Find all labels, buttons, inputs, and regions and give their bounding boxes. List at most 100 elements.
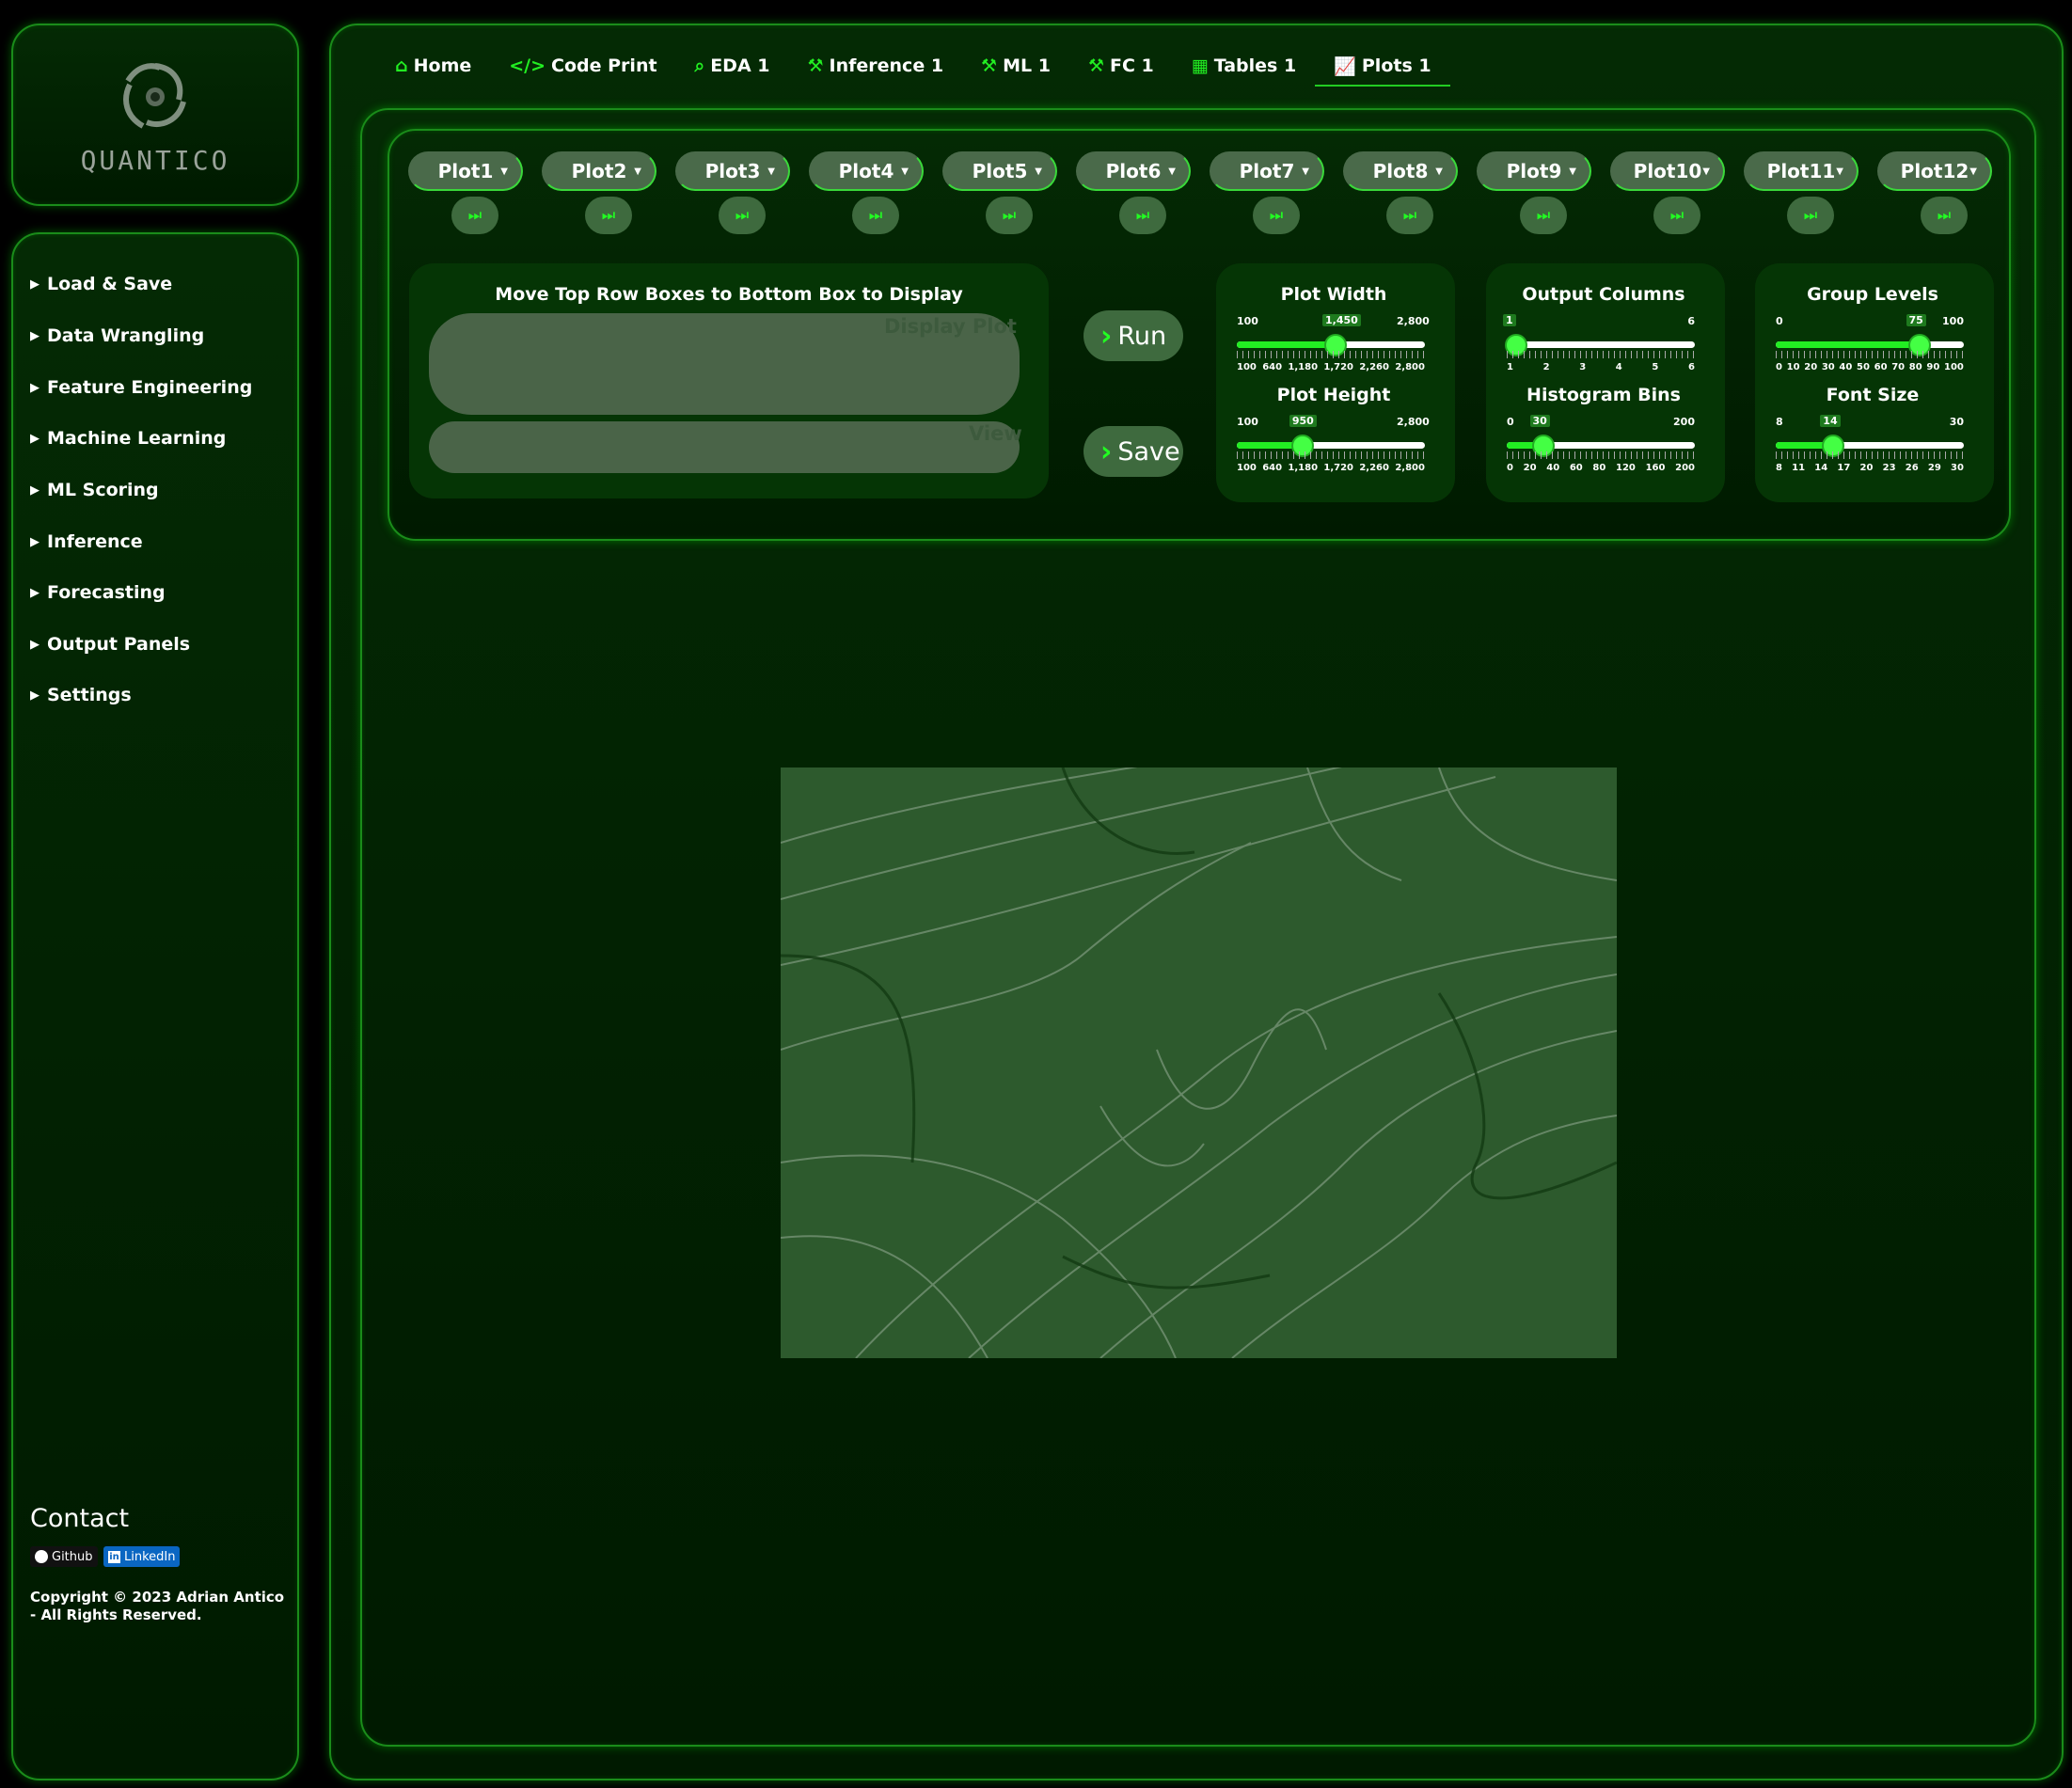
plot6-run-button[interactable]: ⏭ bbox=[1119, 197, 1166, 234]
caret-down-icon: ▼ bbox=[901, 166, 909, 177]
sidebar-item-ml-scoring[interactable]: ▶ ML Scoring bbox=[30, 480, 159, 500]
play-icon: ⏭ bbox=[868, 206, 883, 224]
plot2-dropdown[interactable]: Plot2 ▼ bbox=[542, 151, 656, 191]
tab-tables-1[interactable]: ▦ Tables 1 bbox=[1173, 47, 1315, 85]
plot2-run-button[interactable]: ⏭ bbox=[585, 197, 632, 234]
plot10-run-button[interactable]: ⏭ bbox=[1653, 197, 1700, 234]
tab-code-print[interactable]: </> Code Print bbox=[490, 47, 675, 85]
plot-label: Plot4 bbox=[838, 160, 894, 182]
sidebar-item-feature-engineering[interactable]: ▶ Feature Engineering bbox=[30, 377, 252, 398]
sidebar-item-inference[interactable]: ▶ Inference bbox=[30, 531, 143, 552]
histogram-bins-tick-label: 200 bbox=[1675, 463, 1695, 473]
group-levels-tick-label: 50 bbox=[1857, 362, 1870, 372]
sidebar-item-machine-learning[interactable]: ▶ Machine Learning bbox=[30, 428, 226, 449]
caret-right-icon: ▶ bbox=[30, 637, 40, 652]
plot12-run-button[interactable]: ⏭ bbox=[1921, 197, 1968, 234]
tab-ml-1[interactable]: ⚒ ML 1 bbox=[962, 47, 1069, 85]
caret-right-icon: ▶ bbox=[30, 431, 40, 446]
group-levels-tick-label: 70 bbox=[1891, 362, 1906, 372]
linkedin-badge[interactable]: in LinkedIn bbox=[103, 1546, 181, 1567]
output-columns-slider-track[interactable] bbox=[1507, 341, 1695, 348]
chevron-right-icon: › bbox=[1100, 435, 1113, 468]
sidebar-item-label: Forecasting bbox=[47, 582, 166, 603]
plot11-run-button[interactable]: ⏭ bbox=[1787, 197, 1834, 234]
histogram-bins-tick-label: 20 bbox=[1523, 463, 1537, 473]
plot-width-tick-labels: 100 640 1,180 1,720 2,260 2,800 bbox=[1237, 362, 1425, 372]
tab-plots-1[interactable]: 📈 Plots 1 bbox=[1315, 47, 1450, 87]
plot9-dropdown[interactable]: Plot9 ▼ bbox=[1477, 151, 1591, 191]
sidebar-item-label: Output Panels bbox=[47, 634, 191, 655]
save-button[interactable]: › Save bbox=[1083, 426, 1183, 477]
sidebar-item-output-panels[interactable]: ▶ Output Panels bbox=[30, 634, 190, 655]
play-icon: ⏭ bbox=[1135, 206, 1150, 224]
plot-width-min-label: 100 bbox=[1237, 315, 1258, 327]
plot10-dropdown[interactable]: Plot10 ▼ bbox=[1610, 151, 1725, 191]
caret-down-icon: ▼ bbox=[1168, 166, 1176, 177]
plot-width-tick-label: 100 bbox=[1237, 362, 1257, 372]
plot6-dropdown[interactable]: Plot6 ▼ bbox=[1076, 151, 1191, 191]
tab-label: ML 1 bbox=[1003, 55, 1051, 76]
plot12-dropdown[interactable]: Plot12 ▼ bbox=[1877, 151, 1992, 191]
github-badge[interactable]: Github bbox=[30, 1546, 98, 1567]
caret-down-icon: ▼ bbox=[1969, 166, 1977, 177]
plot-label: Plot2 bbox=[571, 160, 627, 182]
plot-height-value: 950 bbox=[1289, 415, 1317, 427]
caret-right-icon: ▶ bbox=[30, 277, 40, 292]
play-icon: ⏭ bbox=[1536, 206, 1551, 224]
output-columns-tick-labels: 1 2 3 4 5 6 bbox=[1507, 362, 1695, 372]
plot-label: Plot10 bbox=[1633, 160, 1702, 182]
group-levels-title: Group Levels bbox=[1807, 284, 1938, 305]
output-columns-tick-label: 6 bbox=[1687, 362, 1695, 372]
sidebar-item-label: Load & Save bbox=[47, 274, 173, 294]
tab-inference-1[interactable]: ⚒ Inference 1 bbox=[788, 47, 962, 85]
font-size-tick-labels: 8 11 14 17 20 23 26 29 30 bbox=[1776, 463, 1964, 473]
plot5-run-button[interactable]: ⏭ bbox=[986, 197, 1033, 234]
caret-down-icon: ▼ bbox=[500, 166, 508, 177]
group-levels-tick-label: 80 bbox=[1908, 362, 1922, 372]
sidebar-item-forecasting[interactable]: ▶ Forecasting bbox=[30, 582, 166, 603]
linkedin-icon: in bbox=[108, 1550, 120, 1563]
font-size-value: 14 bbox=[1820, 415, 1841, 427]
histogram-bins-title: Histogram Bins bbox=[1526, 385, 1681, 405]
plot8-dropdown[interactable]: Plot8 ▼ bbox=[1343, 151, 1458, 191]
play-icon: ⏭ bbox=[467, 206, 482, 224]
plot3-dropdown[interactable]: Plot3 ▼ bbox=[675, 151, 790, 191]
group-levels-tick-label: 0 bbox=[1776, 362, 1782, 372]
caret-right-icon: ▶ bbox=[30, 688, 40, 703]
plot9-run-button[interactable]: ⏭ bbox=[1520, 197, 1567, 234]
histogram-bins-min-label: 0 bbox=[1507, 416, 1514, 428]
output-columns-title: Output Columns bbox=[1522, 284, 1685, 305]
plot1-dropdown[interactable]: Plot1 ▼ bbox=[408, 151, 523, 191]
font-size-tick-label: 17 bbox=[1837, 463, 1851, 473]
play-icon: ⏭ bbox=[601, 206, 616, 224]
plot1-run-button[interactable]: ⏭ bbox=[451, 197, 498, 234]
output-columns-value: 1 bbox=[1503, 314, 1516, 326]
group-levels-tick-label: 20 bbox=[1804, 362, 1818, 372]
caret-right-icon: ▶ bbox=[30, 380, 40, 395]
plot11-dropdown[interactable]: Plot11 ▼ bbox=[1744, 151, 1858, 191]
play-icon: ⏭ bbox=[1002, 206, 1017, 224]
sidebar-item-settings[interactable]: ▶ Settings bbox=[30, 685, 132, 705]
run-button[interactable]: › Run bbox=[1083, 310, 1183, 361]
plot4-run-button[interactable]: ⏭ bbox=[852, 197, 899, 234]
caret-right-icon: ▶ bbox=[30, 328, 40, 343]
view-zone[interactable] bbox=[429, 421, 1020, 473]
sidebar-item-data-wrangling[interactable]: ▶ Data Wrangling bbox=[30, 325, 204, 346]
histogram-bins-tick-label: 160 bbox=[1645, 463, 1666, 473]
search-icon: ⌕ bbox=[694, 55, 705, 76]
tab-fc-1[interactable]: ⚒ FC 1 bbox=[1069, 47, 1173, 85]
tab-eda-1[interactable]: ⌕ EDA 1 bbox=[676, 47, 789, 85]
plot3-run-button[interactable]: ⏭ bbox=[719, 197, 766, 234]
font-size-tick-label: 30 bbox=[1951, 463, 1964, 473]
sidebar-item-load-save[interactable]: ▶ Load & Save bbox=[30, 274, 172, 294]
caret-down-icon: ▼ bbox=[634, 166, 641, 177]
plot7-run-button[interactable]: ⏭ bbox=[1253, 197, 1300, 234]
play-icon: ⏭ bbox=[1937, 206, 1952, 224]
plot8-run-button[interactable]: ⏭ bbox=[1386, 197, 1433, 234]
plot5-dropdown[interactable]: Plot5 ▼ bbox=[942, 151, 1057, 191]
tab-home[interactable]: ⌂ Home bbox=[376, 47, 490, 85]
plot7-dropdown[interactable]: Plot7 ▼ bbox=[1210, 151, 1324, 191]
plot4-dropdown[interactable]: Plot4 ▼ bbox=[809, 151, 924, 191]
plot-height-tick-label: 2,800 bbox=[1395, 463, 1425, 473]
font-size-tick-label: 23 bbox=[1882, 463, 1896, 473]
